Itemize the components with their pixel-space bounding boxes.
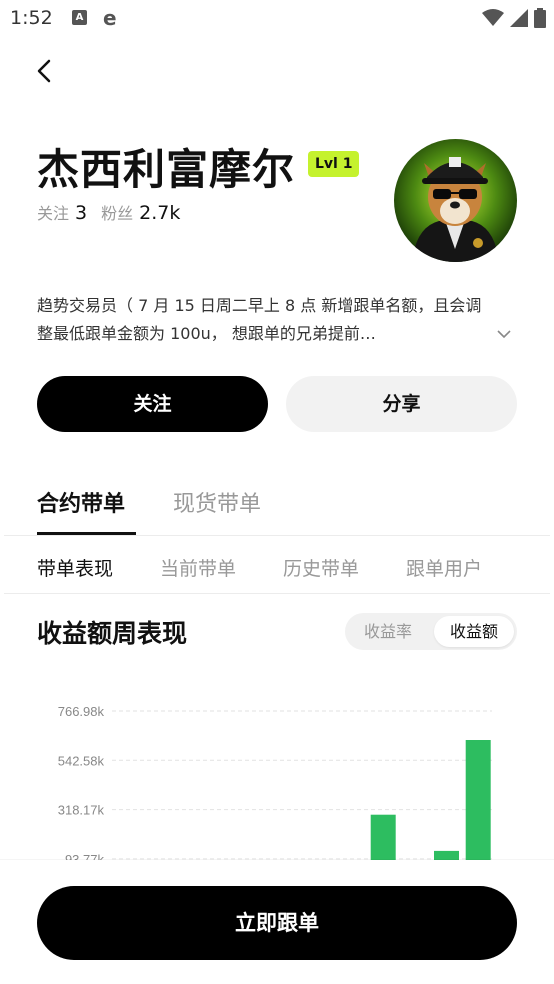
chart-y-tick-label: 318.17k: [58, 803, 105, 818]
chart-bar[interactable]: [370, 814, 396, 862]
status-right-icons: [482, 8, 546, 28]
a-letter-icon: A: [72, 10, 87, 25]
level-badge: Lvl 1: [308, 151, 360, 177]
divider: [4, 535, 550, 536]
chart-bar[interactable]: [465, 740, 491, 862]
avatar-dog-icon: [394, 139, 517, 262]
copy-trade-button[interactable]: 立即跟单: [37, 886, 517, 960]
profile-stats: 关注 3 粉丝 2.7k: [37, 200, 188, 224]
status-bar: 1:52 A e: [0, 0, 554, 38]
chevron-left-icon: [37, 59, 51, 83]
followers-label: 粉丝: [101, 204, 134, 223]
toggle-return-amount[interactable]: 收益额: [434, 616, 514, 647]
subtab-history[interactable]: 历史带单: [283, 554, 359, 581]
subtab-current[interactable]: 当前带单: [160, 554, 236, 581]
tab-spot-copy[interactable]: 现货带单: [173, 486, 261, 518]
chart-y-tick-label: 766.98k: [58, 704, 105, 719]
profile-name: 杰西利富摩尔: [37, 145, 296, 194]
followers-count[interactable]: 2.7k: [139, 202, 180, 224]
signal-icon: [510, 9, 528, 27]
follow-button[interactable]: 关注: [37, 376, 268, 432]
wifi-icon: [482, 9, 504, 26]
weekly-pnl-chart: 766.98k 542.58k 318.17k 93.77k: [0, 690, 554, 862]
tab-contract-copy[interactable]: 合约带单: [37, 486, 125, 518]
chart-svg: 766.98k542.58k318.17k93.77k: [58, 704, 492, 862]
bio-text: 趋势交易员（ 7 月 15 日周二早上 8 点 新增跟单名额，且会调整最低跟单金…: [37, 296, 482, 343]
metric-toggle: 收益率 收益额: [345, 613, 517, 650]
subtab-performance[interactable]: 带单表现: [37, 554, 113, 581]
section-title: 收益额周表现: [37, 619, 188, 648]
toggle-return-rate[interactable]: 收益率: [348, 616, 428, 647]
following-label: 关注: [37, 204, 70, 223]
following-count[interactable]: 3: [75, 202, 87, 224]
browser-e-icon: e: [103, 6, 117, 30]
battery-icon: [534, 8, 546, 28]
expand-bio-button[interactable]: [496, 324, 512, 343]
subtab-followers[interactable]: 跟单用户: [406, 554, 482, 581]
avatar[interactable]: [394, 139, 517, 262]
back-button[interactable]: [30, 55, 58, 87]
chevron-down-icon: [497, 330, 511, 339]
status-time: 1:52: [10, 7, 53, 29]
share-button[interactable]: 分享: [286, 376, 517, 432]
bottom-bar: 立即跟单: [0, 860, 554, 984]
divider: [4, 593, 550, 594]
chart-y-tick-label: 542.58k: [58, 753, 105, 768]
